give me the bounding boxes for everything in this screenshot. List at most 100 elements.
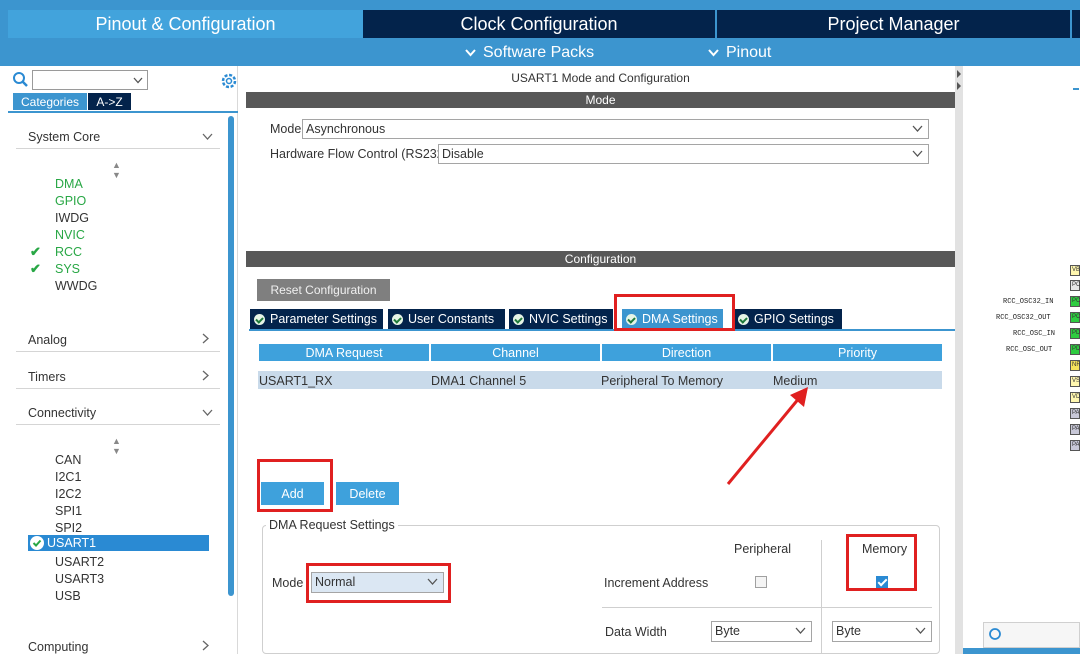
tab-a-to-z[interactable]: A->Z: [88, 93, 131, 110]
divider: [602, 607, 932, 608]
chevron-right-icon[interactable]: [202, 333, 212, 344]
search-icon[interactable]: [12, 71, 30, 89]
list-item-nvic[interactable]: NVIC: [55, 227, 85, 243]
pin-label: RCC_OSC_OUT: [1006, 346, 1053, 354]
data-width-memory-select[interactable]: Byte: [832, 621, 932, 642]
sort-icon[interactable]: ▲ ▼: [112, 160, 121, 180]
list-item-rcc[interactable]: RCC: [55, 244, 82, 260]
peripheral-column-label: Peripheral: [734, 542, 791, 556]
gear-icon[interactable]: [220, 72, 238, 90]
column-header-channel[interactable]: Channel: [431, 344, 600, 361]
tab-project-manager[interactable]: Project Manager: [717, 10, 1070, 38]
column-header-direction[interactable]: Direction: [602, 344, 771, 361]
tab-categories[interactable]: Categories: [13, 93, 87, 110]
sort-icon[interactable]: ▲ ▼: [112, 436, 121, 456]
chip-pin[interactable]: PC: [1070, 296, 1080, 307]
tab-gpio-settings[interactable]: GPIO Settings: [734, 309, 842, 329]
pinout-menu[interactable]: Pinout: [708, 42, 771, 64]
check-circle-icon: [254, 313, 265, 325]
chevron-down-icon[interactable]: [202, 406, 213, 416]
software-packs-menu[interactable]: Software Packs: [465, 42, 594, 64]
table-row[interactable]: [258, 371, 942, 389]
tab-label: NVIC Settings: [529, 312, 608, 326]
list-item-wwdg[interactable]: WWDG: [55, 278, 97, 294]
check-circle-icon: [738, 313, 749, 325]
list-item-sys[interactable]: SYS: [55, 261, 80, 277]
list-item-i2c2[interactable]: I2C2: [55, 486, 81, 502]
list-item-usb[interactable]: USB: [55, 588, 81, 604]
zoom-icon[interactable]: [988, 627, 1004, 643]
dma-mode-label: Mode: [272, 576, 304, 590]
list-item-i2c1[interactable]: I2C1: [55, 469, 81, 485]
tab-pinout-configuration[interactable]: Pinout & Configuration: [8, 10, 363, 38]
category-label: Computing: [28, 640, 89, 654]
chip-pin[interactable]: PC: [1070, 312, 1080, 323]
zoom-toolbar[interactable]: [983, 622, 1080, 648]
search-input[interactable]: [32, 70, 148, 90]
tab-user-constants[interactable]: User Constants: [388, 309, 505, 329]
chevron-down-icon[interactable]: [912, 120, 923, 139]
chip-pin[interactable]: VB: [1070, 265, 1080, 276]
chevron-down-icon[interactable]: [202, 130, 213, 140]
list-item-spi1[interactable]: SPI1: [55, 503, 82, 519]
table-cell: Peripheral To Memory: [601, 374, 724, 388]
tab-underline: [249, 329, 955, 331]
highlight-add-button: [257, 459, 333, 512]
tab-label: Categories: [20, 94, 80, 109]
chip-view-panel: RCC_OSC32_IN RCC_OSC32_OUT RCC_OSC_IN RC…: [963, 66, 1080, 654]
column-header-priority[interactable]: Priority: [773, 344, 942, 361]
hardware-flow-control-select[interactable]: Disable: [438, 144, 929, 164]
configuration-section-header: Configuration: [246, 251, 955, 267]
list-item-usart3[interactable]: USART3: [55, 571, 104, 587]
increment-address-label: Increment Address: [604, 576, 709, 590]
mode-select[interactable]: Asynchronous: [302, 119, 929, 139]
category-timers[interactable]: Timers: [16, 365, 220, 389]
list-item-spi2[interactable]: SPI2: [55, 520, 82, 536]
tab-clock-configuration[interactable]: Clock Configuration: [363, 10, 715, 38]
panel-splitter[interactable]: [955, 66, 963, 654]
chip-pin[interactable]: PD: [1070, 328, 1080, 339]
chip-pin[interactable]: PA: [1070, 408, 1080, 419]
chevron-down-icon: [708, 46, 719, 60]
category-analog[interactable]: Analog: [16, 328, 220, 352]
search-bar: [12, 70, 237, 90]
check-circle-icon: [30, 536, 44, 550]
chip-pin[interactable]: PD: [1070, 344, 1080, 355]
category-connectivity[interactable]: Connectivity: [16, 401, 220, 425]
list-item-iwdg[interactable]: IWDG: [55, 210, 89, 226]
list-item-usart2[interactable]: USART2: [55, 554, 104, 570]
reset-configuration-button[interactable]: Reset Configuration: [257, 279, 390, 301]
category-computing[interactable]: Computing: [16, 635, 220, 659]
status-strip: [963, 648, 1080, 654]
chevron-down-icon[interactable]: [915, 622, 926, 641]
list-item-dma[interactable]: DMA: [55, 176, 83, 192]
checkmark-icon: ✔: [30, 261, 41, 276]
table-cell: USART1_RX: [259, 374, 333, 388]
data-width-peripheral-select[interactable]: Byte: [711, 621, 812, 642]
list-item-gpio[interactable]: GPIO: [55, 193, 86, 209]
increment-peripheral-checkbox[interactable]: [755, 576, 767, 588]
chip-pin[interactable]: PA: [1070, 440, 1080, 451]
column-header-dma-request[interactable]: DMA Request: [259, 344, 429, 361]
chip-pin[interactable]: VS: [1070, 376, 1080, 387]
panel-title: USART1 Mode and Configuration: [511, 71, 690, 85]
chip-pin[interactable]: VD: [1070, 392, 1080, 403]
list-item-can[interactable]: CAN: [55, 452, 81, 468]
chevron-down-icon[interactable]: [133, 73, 143, 87]
tab-nvic-settings[interactable]: NVIC Settings: [509, 309, 613, 329]
chip-pin[interactable]: PA: [1070, 424, 1080, 435]
delete-button[interactable]: Delete: [336, 482, 399, 505]
chip-edge: [1073, 88, 1079, 90]
tab-parameter-settings[interactable]: Parameter Settings: [250, 309, 383, 329]
chip-pin[interactable]: NR: [1070, 360, 1080, 371]
category-system-core[interactable]: System Core: [16, 125, 220, 149]
chevron-down-icon[interactable]: [795, 622, 806, 641]
category-label: System Core: [28, 129, 101, 144]
chevron-right-icon[interactable]: [202, 370, 212, 381]
scrollbar[interactable]: [228, 116, 234, 596]
chip-pin[interactable]: PC: [1070, 280, 1080, 291]
chevron-right-icon[interactable]: [202, 640, 212, 651]
list-item-usart1-selected[interactable]: USART1: [28, 535, 209, 551]
collapse-arrow-icon[interactable]: [955, 68, 963, 98]
chevron-down-icon[interactable]: [912, 145, 923, 164]
